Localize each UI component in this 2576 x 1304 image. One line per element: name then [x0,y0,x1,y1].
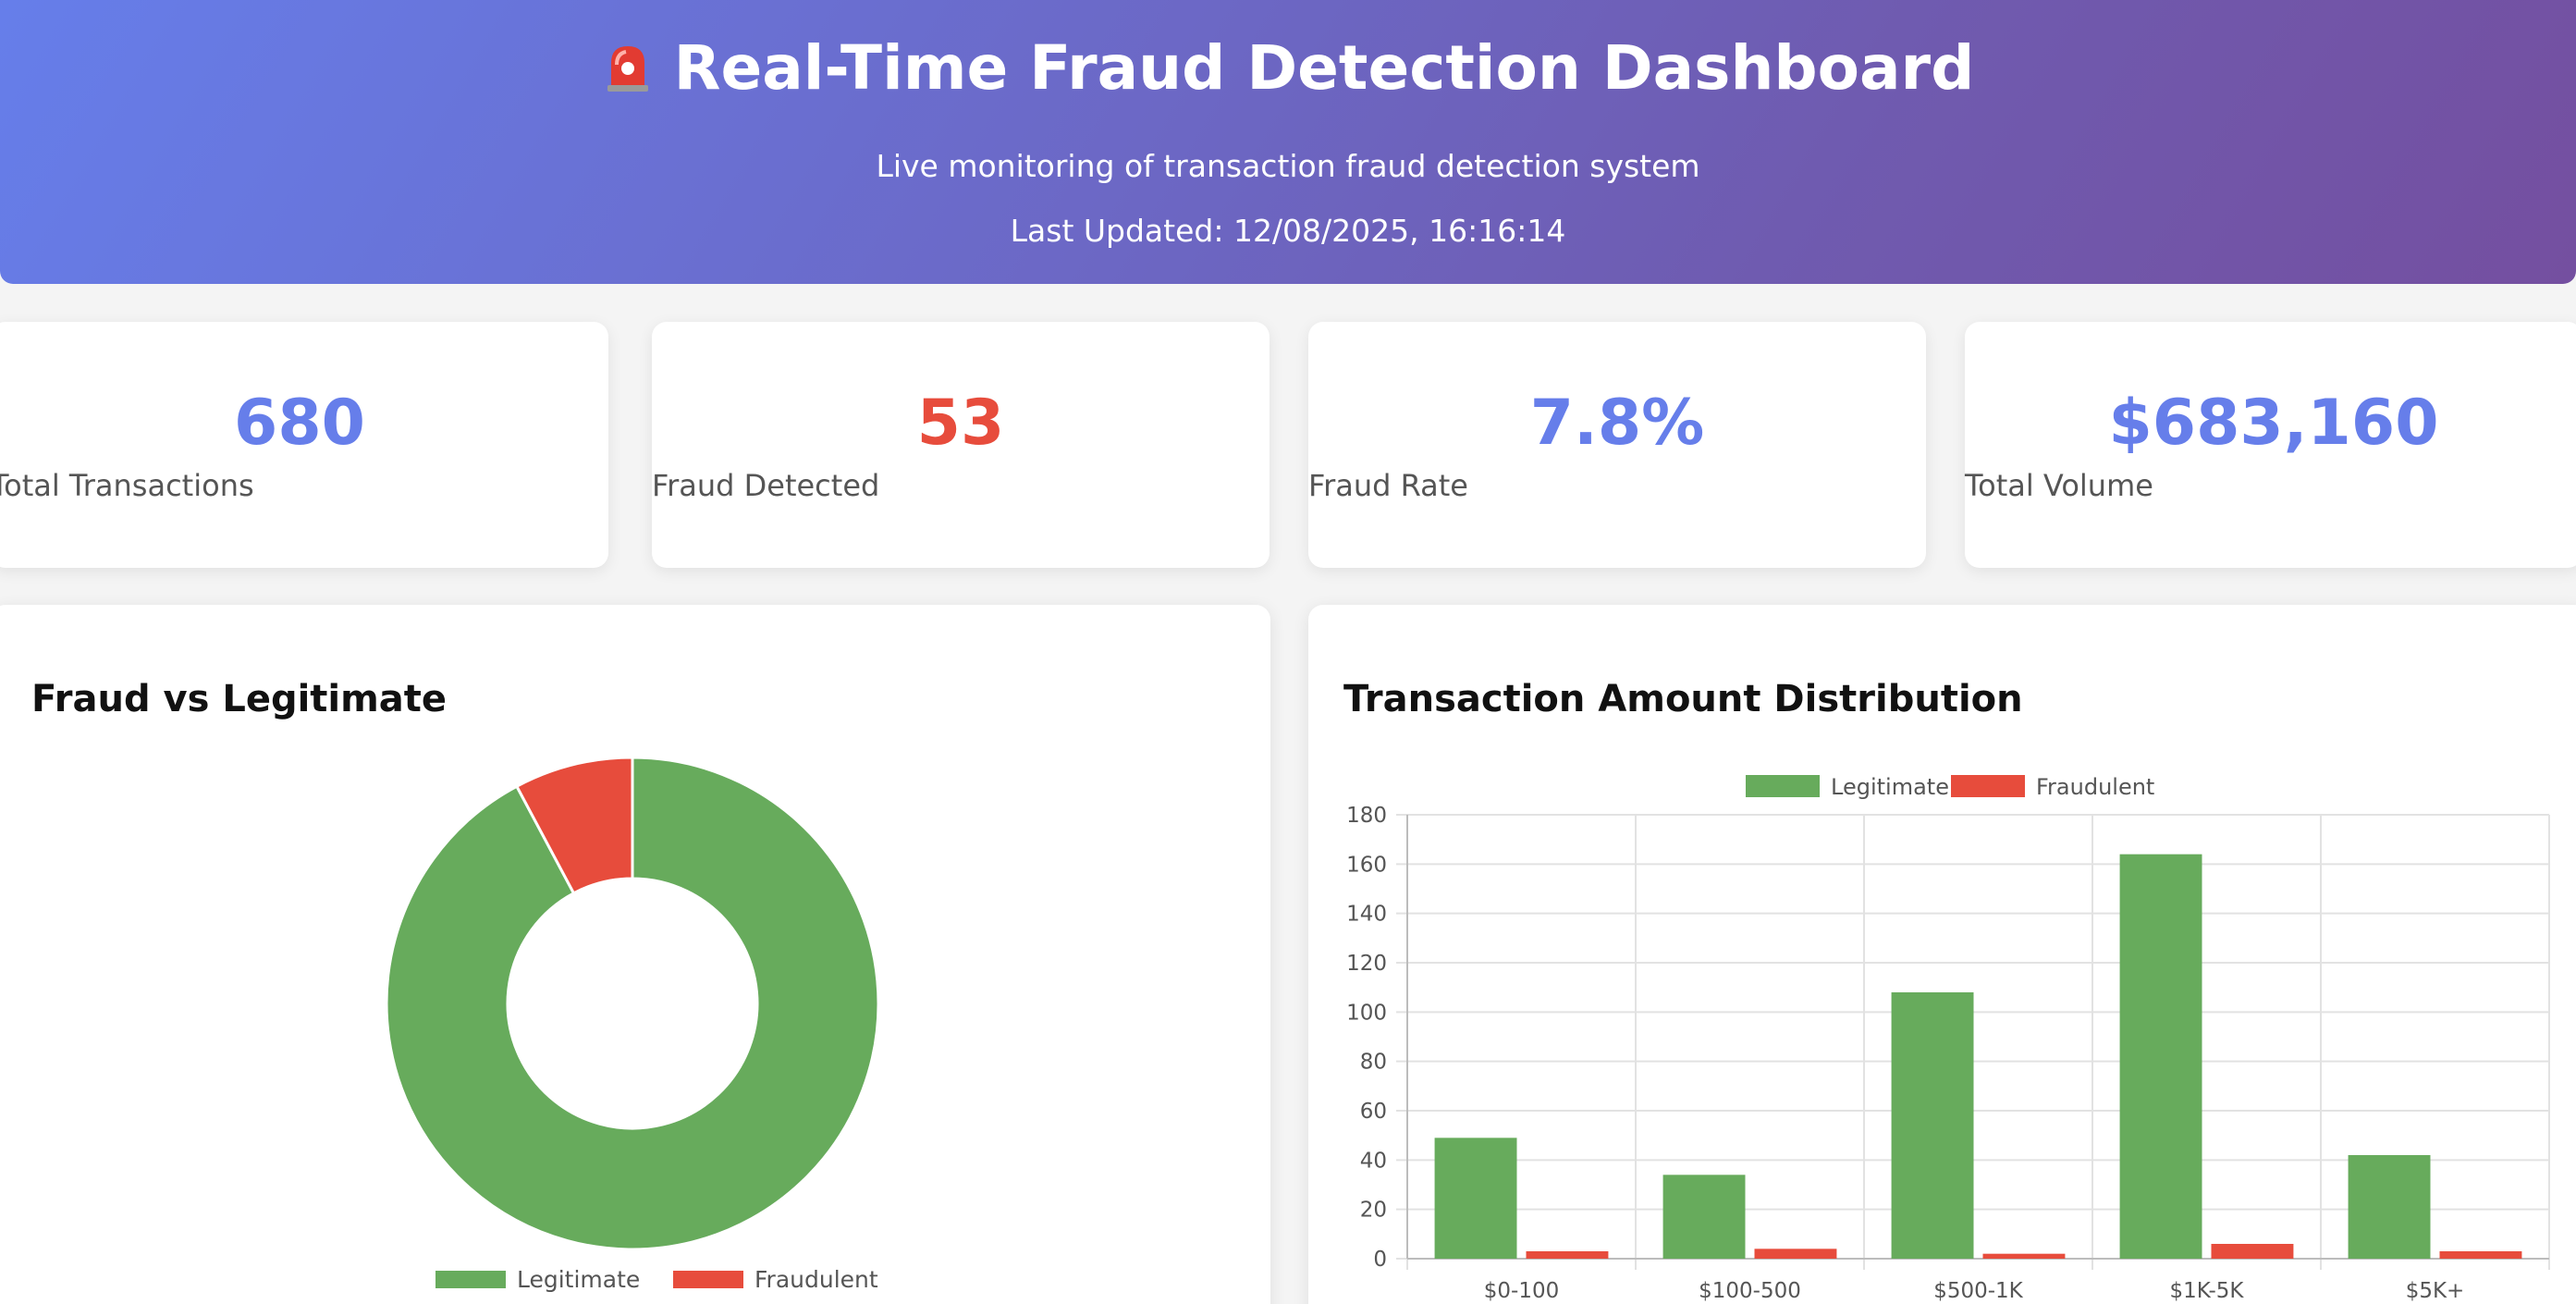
legend-label-legitimate: Legitimate [1831,774,1949,800]
page-title: Real-Time Fraud Detection Dashboard [0,28,2576,109]
x-tick-label: $100-500 [1699,1279,1801,1303]
bar-fraudulent [1982,1253,2066,1259]
y-tick-label: 40 [1360,1149,1387,1173]
bar-fraudulent [2211,1244,2294,1259]
legend-label-fraudulent: Fraudulent [754,1266,878,1293]
y-tick-label: 60 [1360,1100,1387,1124]
bar-legitimate [1662,1175,1746,1259]
y-tick-label: 100 [1346,1001,1387,1025]
legend-label-fraudulent: Fraudulent [2036,774,2154,800]
y-tick-label: 80 [1360,1051,1387,1075]
stat-label: Fraud Detected [652,468,880,503]
bar-fraudulent [1754,1249,1837,1259]
stat-card-fraud-rate: 7.8% [1308,322,1926,568]
x-tick-label: $0-100 [1484,1279,1559,1303]
legend-swatch-fraudulent [1951,775,2025,797]
last-updated-timestamp: Last Updated: 12/08/2025, 16:16:14 [1010,213,1566,249]
x-tick-label: $500-1K [1933,1279,2023,1303]
fraud-vs-legitimate-title: Fraud vs Legitimate [31,678,448,720]
y-tick-label: 180 [1346,804,1387,828]
amount-distribution-title: Transaction Amount Distribution [1343,678,2023,720]
dashboard-header: Real-Time Fraud Detection Dashboard Live… [0,0,2576,284]
page-subtitle: Live monitoring of transaction fraud det… [876,148,1700,184]
stat-card-fraud-detected: 53 [652,322,1270,568]
y-tick-label: 0 [1373,1248,1387,1272]
stat-value: 7.8% [1529,387,1705,460]
x-tick-label: $1K-5K [2170,1279,2245,1303]
amount-distribution-bar-chart: Legitimate Fraudulent 0 20 40 60 80 100 120 140 16… [1346,774,2550,1303]
x-tick-label: $5K+ [2406,1279,2465,1303]
stat-label: Total Transactions [0,468,254,503]
bar-legitimate [1891,992,1974,1259]
legend-swatch-fraudulent [673,1271,743,1288]
bar-fraudulent [1526,1251,1609,1259]
legend-label-legitimate: Legitimate [517,1266,640,1293]
stat-card-total-transactions: 680 [0,322,608,568]
stat-value: $683,160 [2108,387,2439,460]
legend-swatch-legitimate [1746,775,1820,797]
y-tick-label: 120 [1346,952,1387,976]
fraud-vs-legitimate-doughnut-chart: Legitimate Fraudulent [385,756,880,1293]
bar-legitimate [1434,1138,1517,1259]
stat-label: Total Volume [1965,468,2153,503]
bar-legitimate [2119,854,2202,1259]
bar-legitimate [2348,1155,2431,1259]
legend-swatch-legitimate [435,1271,506,1288]
bar-fraudulent [2439,1251,2522,1259]
stat-value: 680 [234,387,365,460]
page-title-text: Real-Time Fraud Detection Dashboard [673,32,1975,104]
y-tick-label: 140 [1346,903,1387,927]
stat-value: 53 [916,387,1005,460]
stat-label: Fraud Rate [1308,468,1468,503]
y-tick-label: 160 [1346,853,1387,877]
police-light-icon [607,46,648,92]
stat-card-total-volume: $683,160 [1965,322,2576,568]
y-tick-label: 20 [1360,1199,1387,1223]
